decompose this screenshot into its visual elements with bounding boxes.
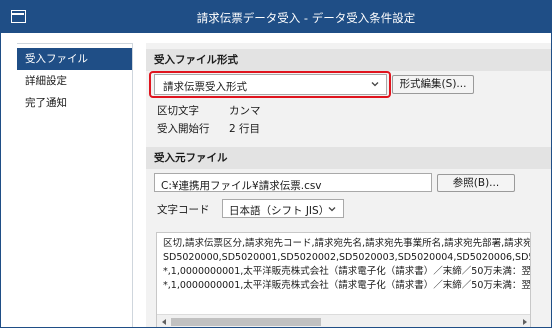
sidebar-item-import-file[interactable]: 受入ファイル [17, 48, 132, 70]
preview-line: *,1,0000000001,太平洋販売株式会社（請求電子化（請求書）／末締／5… [163, 280, 531, 291]
browse-button[interactable]: 参照(B)... [437, 174, 515, 192]
encoding-select-value: 日本語（シフト JIS） [229, 205, 330, 217]
scroll-right-icon[interactable] [520, 317, 530, 327]
file-path-value: C:¥連携用ファイル¥請求伝票.csv [161, 180, 322, 192]
delimiter-value: カンマ [229, 105, 261, 117]
title-bar: 請求伝票データ受入 - データ受入条件設定 [1, 1, 551, 33]
start-row-label: 受入開始行 [157, 123, 210, 135]
start-row-value: 2 行目 [229, 123, 261, 135]
horizontal-scrollbar[interactable] [157, 314, 530, 327]
encoding-select[interactable]: 日本語（シフト JIS） [222, 199, 344, 218]
section-header-source-file: 受入元ファイル [146, 147, 551, 169]
section-header-import-format: 受入ファイル形式 [146, 49, 551, 71]
preview-line: *,1,0000000001,太平洋販売株式会社（請求電子化（請求書）／末締／5… [163, 266, 531, 277]
scroll-left-icon[interactable] [159, 317, 169, 327]
file-path-field[interactable]: C:¥連携用ファイル¥請求伝票.csv [154, 173, 432, 192]
sidebar-item-completion-notice[interactable]: 完了通知 [17, 92, 132, 114]
encoding-label: 文字コード [157, 204, 210, 216]
window-title: 請求伝票データ受入 - データ受入条件設定 [196, 11, 416, 25]
preview-line: 区切,請求伝票区分,請求宛先コード,請求宛先名,請求宛先事業所名,請求宛先部署,… [163, 238, 531, 249]
file-preview[interactable]: 区切,請求伝票区分,請求宛先コード,請求宛先名,請求宛先事業所名,請求宛先部署,… [156, 232, 531, 327]
format-edit-button[interactable]: 形式編集(S)... [392, 75, 474, 94]
format-select[interactable]: 請求伝票受入形式 [154, 74, 387, 95]
scrollbar-thumb[interactable] [171, 318, 321, 326]
preview-line: SD5020000,SD5020001,SD5020002,SD5020003,… [163, 252, 531, 263]
delimiter-label: 区切文字 [157, 105, 199, 117]
format-select-value: 請求伝票受入形式 [163, 81, 247, 93]
dialog-window: 請求伝票データ受入 - データ受入条件設定 受入ファイル 詳細設定 完了通知 受… [0, 0, 552, 328]
sidebar: 受入ファイル 詳細設定 完了通知 [17, 43, 133, 327]
sidebar-item-detail-settings[interactable]: 詳細設定 [17, 70, 132, 92]
chevron-down-icon [371, 82, 379, 87]
chevron-down-icon [328, 207, 336, 212]
